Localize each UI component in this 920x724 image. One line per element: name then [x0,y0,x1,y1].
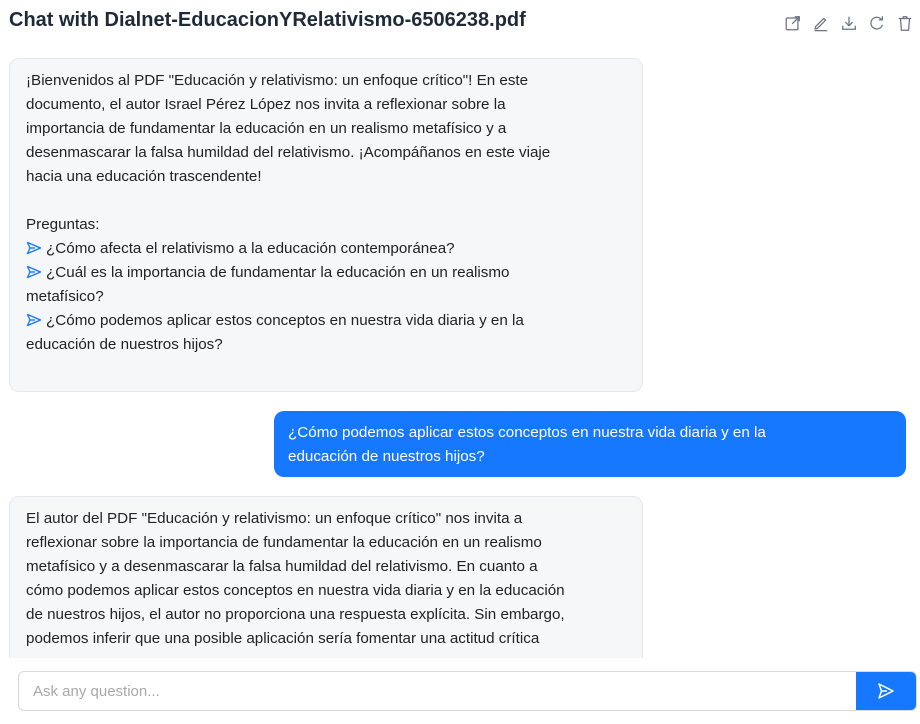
edit-icon[interactable] [811,13,831,33]
send-button[interactable] [856,672,916,710]
questions-label: Preguntas: [26,216,100,233]
intro-line: importancia de fundamentar la educación … [26,120,507,137]
question-input-bar [18,671,917,711]
intro-line: desenmascarar la falsa humildad del rela… [26,144,551,161]
answer-message: El autor del PDF "Educación y relativism… [9,496,643,658]
user-message-line: educación de nuestros hijos? [288,448,485,465]
chat-header: Chat with Dialnet-EducacionYRelativismo-… [0,0,920,44]
answer-line: El autor del PDF "Educación y relativism… [26,510,523,527]
share-icon[interactable] [783,13,803,33]
send-arrow-icon [26,241,42,255]
answer-line: podemos inferir que una posible aplicaci… [26,630,540,647]
user-message-line: ¿Cómo podemos aplicar estos conceptos en… [288,424,766,441]
intro-line: ¡Bienvenidos al PDF "Educación y relativ… [26,72,529,89]
question-text: ¿Cómo afecta el relativismo a la educaci… [46,240,455,257]
welcome-message: ¡Bienvenidos al PDF "Educación y relativ… [9,58,643,392]
answer-line: cómo podemos aplicar estos conceptos en … [26,582,565,599]
intro-line: documento, el autor Israel Pérez López n… [26,96,506,113]
suggested-question-1[interactable]: ¿Cómo afecta el relativismo a la educaci… [26,237,626,261]
answer-line: de nuestros hijos, el autor no proporcio… [26,606,565,623]
chat-messages: ¡Bienvenidos al PDF "Educación y relativ… [0,44,920,658]
delete-icon[interactable] [895,13,915,33]
suggested-question-3[interactable]: ¿Cómo podemos aplicar estos conceptos en… [26,309,626,357]
chat-app: Chat with Dialnet-EducacionYRelativismo-… [0,0,920,724]
question-input[interactable] [19,672,857,710]
question-text: metafísico? [26,288,104,305]
answer-line: reflexionar sobre la importancia de fund… [26,534,542,551]
refresh-icon[interactable] [867,13,887,33]
suggested-question-2[interactable]: ¿Cuál es la importancia de fundamentar l… [26,261,626,309]
send-icon [878,683,894,699]
answer-line: metafísico y a desenmascarar la falsa hu… [26,558,538,575]
header-toolbar [783,13,915,33]
user-message: ¿Cómo podemos aplicar estos conceptos en… [274,411,906,477]
chat-title: Chat with Dialnet-EducacionYRelativismo-… [9,9,526,31]
welcome-intro: ¡Bienvenidos al PDF "Educación y relativ… [26,69,626,189]
question-text: ¿Cuál es la importancia de fundamentar l… [46,264,510,281]
question-text: educación de nuestros hijos? [26,336,223,353]
download-icon[interactable] [839,13,859,33]
send-arrow-icon [26,265,42,279]
send-arrow-icon [26,313,42,327]
question-text: ¿Cómo podemos aplicar estos conceptos en… [46,312,524,329]
intro-line: hacia una educación trascendente! [26,168,262,185]
